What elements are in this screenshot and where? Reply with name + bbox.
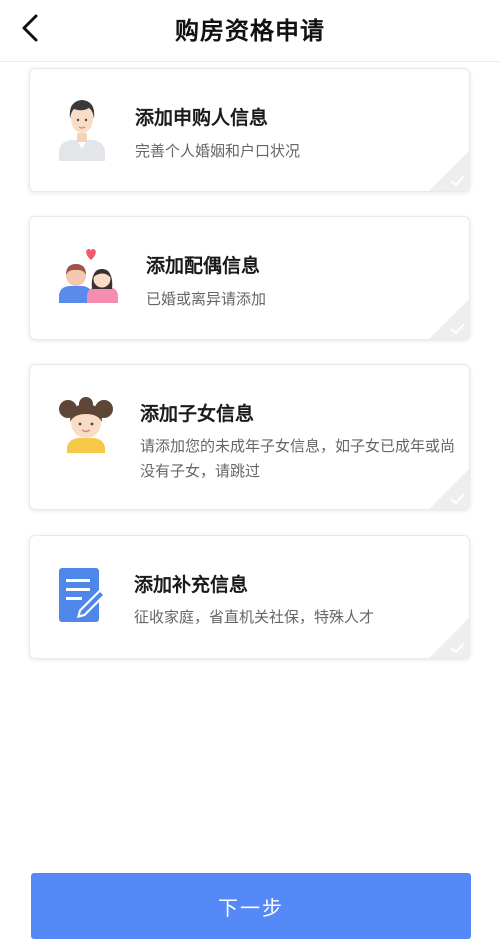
card-description: 完善个人婚姻和户口状况 (135, 142, 301, 160)
card-title: 添加配偶信息 (146, 255, 261, 277)
card-description: 已婚或离异请添加 (146, 290, 267, 308)
check-icon (429, 618, 469, 658)
check-icon (429, 469, 469, 509)
nav-header: 购房资格申请 (0, 0, 500, 62)
document-pen-icon (59, 568, 106, 622)
check-icon (429, 299, 469, 339)
add-supplementary-card[interactable]: 添加补充信息 征收家庭，省直机关社保，特殊人才 (29, 535, 470, 659)
add-children-card[interactable]: 添加子女信息 请添加您的未成年子女信息，如子女已成年或尚没有子女，请跳过 (29, 364, 470, 510)
card-title: 添加补充信息 (134, 574, 249, 596)
card-title: 添加申购人信息 (135, 107, 269, 129)
next-step-button[interactable]: 下一步 (31, 873, 471, 939)
add-spouse-card[interactable]: 添加配偶信息 已婚或离异请添加 (29, 216, 470, 340)
card-description: 请添加您的未成年子女信息，如子女已成年或尚没有子女，请跳过 (140, 437, 456, 480)
check-icon (429, 151, 469, 191)
couple-heart-icon (59, 249, 118, 303)
girl-child-icon (59, 397, 113, 453)
page-title: 购房资格申请 (175, 17, 325, 45)
purchase-qualification-page: 购房资格申请 添加申购人信息 完善个人婚姻和户口状况 添加配偶信息 已婚或离异请… (0, 0, 500, 948)
add-buyer-card[interactable]: 添加申购人信息 完善个人婚姻和户口状况 (29, 68, 470, 192)
card-title: 添加子女信息 (140, 403, 255, 425)
card-description: 征收家庭，省直机关社保，特殊人才 (134, 608, 375, 626)
buyer-man-icon (59, 100, 105, 161)
